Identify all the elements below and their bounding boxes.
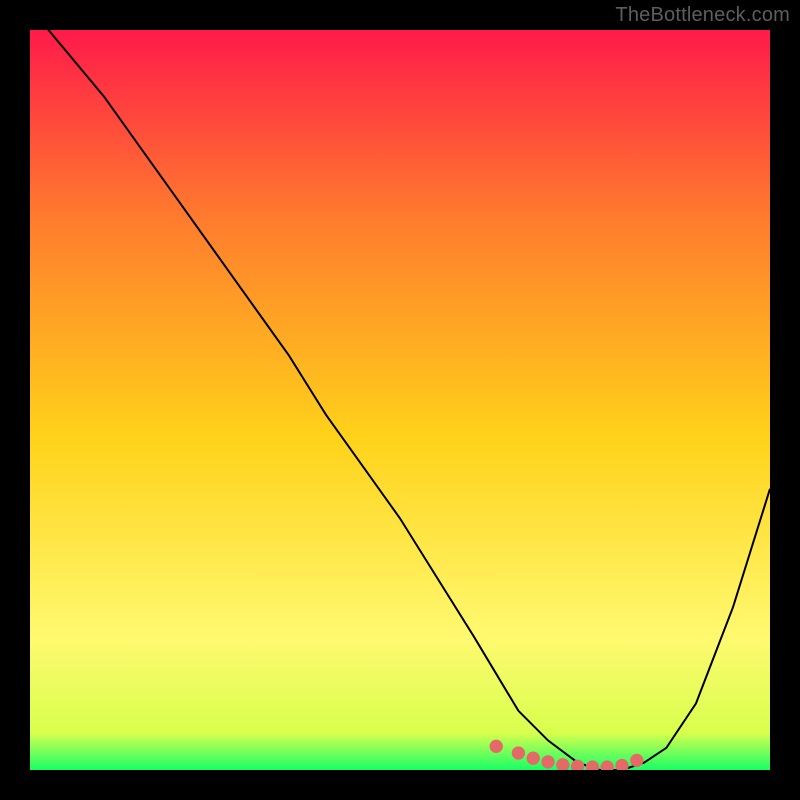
highlight-marker (541, 755, 554, 768)
watermark-text: TheBottleneck.com (615, 4, 790, 27)
bottleneck-curve (30, 30, 770, 770)
chart-canvas: TheBottleneck.com (0, 0, 800, 800)
highlight-marker (527, 752, 540, 765)
curve-layer (30, 30, 770, 770)
highlight-marker (601, 760, 614, 770)
highlight-marker (615, 759, 628, 770)
highlight-marker (630, 754, 643, 767)
plot-area (30, 30, 770, 770)
highlight-marker (571, 760, 584, 770)
highlight-marker (556, 758, 569, 770)
highlight-marker (586, 760, 599, 770)
highlight-marker (490, 740, 503, 753)
highlight-marker (512, 746, 525, 759)
